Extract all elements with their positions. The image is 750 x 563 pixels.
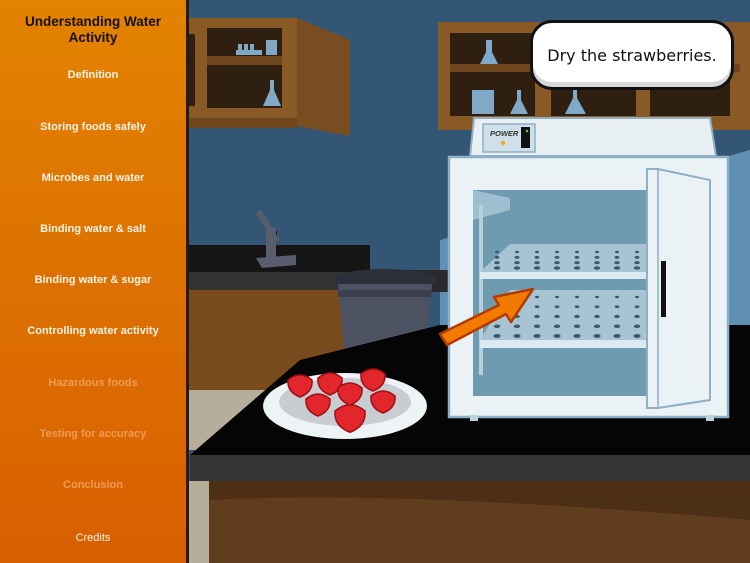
shelf-hole [613, 266, 621, 270]
shelf-hole [493, 334, 501, 338]
shelf-hole [575, 250, 579, 254]
shelf-hole [535, 295, 539, 299]
shelf-hole [593, 324, 601, 329]
shelf-hole [554, 314, 560, 319]
shelf-hole [534, 305, 540, 309]
shelf-hole [634, 255, 640, 259]
shelf-hole [513, 324, 521, 329]
shelf-hole [595, 250, 599, 254]
shelf-hole [515, 250, 519, 254]
power-indicator-light [500, 140, 506, 146]
shelf-hole [493, 266, 501, 270]
shelf-hole [493, 324, 501, 329]
shelf-hole [614, 305, 620, 309]
shelf-hole [594, 255, 600, 259]
shelf-hole [573, 324, 581, 329]
nav-item-conclusion: Conclusion [63, 479, 123, 491]
shelf-hole [553, 266, 561, 270]
shelf-hole [575, 295, 579, 299]
shelf-hole [633, 334, 641, 338]
shelf-hole [594, 314, 600, 319]
shelf-hole [513, 266, 521, 270]
shelf-hole [513, 334, 521, 338]
nav-item-storing-foods-safely[interactable]: Storing foods safely [0, 121, 186, 133]
app-title: Understanding Water Activity [0, 14, 186, 46]
instruction-text: Dry the strawberries. [547, 45, 717, 65]
shelf-hole [514, 255, 520, 259]
shelf-hole [574, 314, 580, 319]
shelf-hole [533, 324, 541, 329]
shelf-hole [553, 334, 561, 338]
power-label: POWER [490, 129, 519, 138]
shelf-hole [533, 266, 541, 270]
power-switch[interactable] [521, 127, 530, 148]
shelf-hole [554, 305, 560, 309]
shelf-hole [553, 324, 561, 329]
shelf-hole [613, 334, 621, 338]
shelf-hole [574, 261, 580, 265]
shelf-hole [614, 314, 620, 319]
shelf-hole [514, 261, 520, 265]
shelf-hole [633, 324, 641, 329]
shelf-hole [555, 295, 559, 299]
shelf-hole [574, 255, 580, 259]
shelf-hole [573, 334, 581, 338]
nav-item-binding-water-sugar[interactable]: Binding water & sugar [0, 274, 186, 286]
shelf-hole [495, 250, 499, 254]
nav-item-hazardous-foods: Hazardous foods [48, 377, 138, 389]
shelf-hole [633, 266, 641, 270]
shelf-hole [594, 261, 600, 265]
shelf-hole [635, 250, 639, 254]
nav-item-binding-water-salt[interactable]: Binding water & salt [0, 223, 186, 235]
shelf-hole [554, 255, 560, 259]
shelf-hole [615, 250, 619, 254]
shelf-hole [554, 261, 560, 265]
shelf-hole [614, 255, 620, 259]
sidebar: Understanding Water Activity Definition … [0, 0, 186, 563]
shelf-hole [594, 305, 600, 309]
instruction-bubble: Dry the strawberries. [530, 20, 734, 90]
shelf-hole [634, 314, 640, 319]
shelf-hole [555, 250, 559, 254]
shelf-hole [634, 305, 640, 309]
shelf-hole [533, 334, 541, 338]
app-title-line1: Understanding Water [24, 14, 161, 29]
shelf-hole [535, 250, 539, 254]
nav-item-controlling-water-activity[interactable]: Controlling water activity [0, 325, 186, 337]
drying-oven: POWER [447, 117, 730, 421]
oven-door-handle[interactable] [661, 261, 666, 317]
shelf-hole [595, 295, 599, 299]
shelf-hole [574, 305, 580, 309]
shelf-hole [635, 295, 639, 299]
app-title-line2: Activity [68, 30, 118, 45]
nav-item-microbes-and-water[interactable]: Microbes and water [0, 172, 186, 184]
shelf-hole [534, 255, 540, 259]
shelf-hole [634, 261, 640, 265]
shelf-hole [573, 266, 581, 270]
shelf-hole [494, 261, 500, 265]
nav-item-credits[interactable]: Credits [0, 532, 186, 544]
shelf-hole [534, 314, 540, 319]
nav-item-definition[interactable]: Definition [0, 69, 186, 81]
nav-item-testing-for-accuracy: Testing for accuracy [39, 428, 147, 440]
shelf-hole [615, 295, 619, 299]
shelf-hole [614, 261, 620, 265]
shelf-hole [593, 266, 601, 270]
shelf-hole [593, 334, 601, 338]
shelf-hole [613, 324, 621, 329]
shelf-hole [494, 255, 500, 259]
shelf-hole [534, 261, 540, 265]
upper-cabinet-left [189, 18, 350, 136]
